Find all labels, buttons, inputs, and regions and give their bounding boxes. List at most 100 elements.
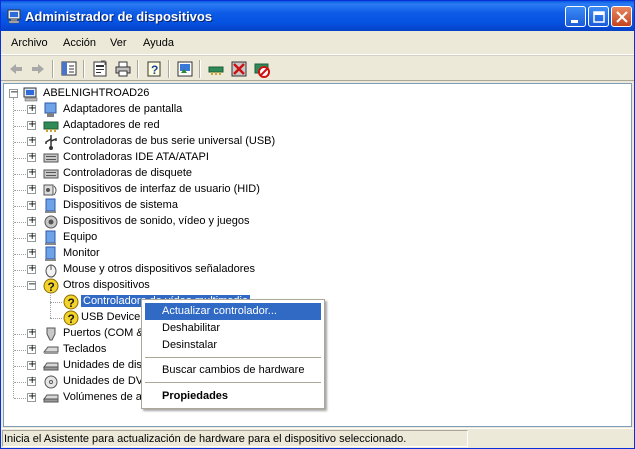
- tree-connector-line: [14, 126, 26, 127]
- help-icon: ?: [147, 61, 161, 77]
- tree-category-row[interactable]: + Controladoras de bus serie universal (U…: [4, 134, 624, 150]
- tree-connector-line: [14, 350, 26, 351]
- tree-connector-line: [14, 270, 26, 271]
- expand-toggle[interactable]: +: [27, 215, 36, 226]
- expand-toggle[interactable]: +: [27, 327, 36, 338]
- expand-toggle[interactable]: +: [27, 199, 36, 210]
- help-button[interactable]: ?: [144, 59, 164, 79]
- printer-icon: [115, 61, 131, 77]
- tree-category-label: Monitor: [63, 247, 100, 259]
- status-text: Inicia el Asistente para actualización d…: [4, 433, 407, 445]
- ctx-disable[interactable]: Deshabilitar: [145, 320, 321, 337]
- ctx-update-driver-label: Actualizar controlador...: [162, 305, 277, 317]
- maximize-button[interactable]: [588, 6, 609, 27]
- tree-category-label: Adaptadores de red: [63, 119, 160, 131]
- device-manager-window: Administrador de dispositivos Archivo Ac…: [0, 0, 635, 449]
- warning-device-icon: ?: [63, 310, 79, 326]
- usb-icon: [43, 134, 59, 150]
- tree-category-label: Equipo: [63, 231, 98, 243]
- tree-connector-line: [14, 222, 26, 223]
- toolbar-separator: [83, 60, 85, 78]
- tree-category-row[interactable]: + Equipo: [4, 230, 624, 246]
- tree-category-label: Adaptadores de pantalla: [63, 103, 183, 115]
- tree-connector-line: [14, 174, 26, 175]
- tree-category-row[interactable]: + Dispositivos de interfaz de usuario (HI…: [4, 182, 624, 198]
- scan-hardware-button[interactable]: [206, 59, 226, 79]
- minimize-button[interactable]: [565, 6, 586, 27]
- ctx-scan-hardware[interactable]: Buscar cambios de hardware: [145, 362, 321, 379]
- toolbar: ?: [1, 55, 634, 81]
- warning-device-icon: ?: [63, 294, 79, 310]
- expand-toggle[interactable]: +: [27, 359, 36, 370]
- tree-category-row[interactable]: + Mouse y otros dispositivos señaladores: [4, 262, 624, 278]
- toolbar-separator: [168, 60, 170, 78]
- tree-connector-line: [50, 292, 51, 318]
- ide-controller-icon: [43, 150, 59, 166]
- title-bar[interactable]: Administrador de dispositivos: [1, 1, 634, 31]
- collapse-toggle[interactable]: −: [9, 87, 18, 98]
- print-button[interactable]: [113, 59, 133, 79]
- expand-toggle[interactable]: +: [27, 343, 36, 354]
- tree-root-row[interactable]: − ABELNIGHTROAD26: [4, 86, 624, 102]
- status-bar: Inicia el Asistente para actualización d…: [1, 428, 634, 448]
- menu-archivo[interactable]: Archivo: [11, 37, 48, 49]
- menu-accion[interactable]: Acción: [63, 37, 96, 49]
- toolbar-separator: [52, 60, 54, 78]
- tree-category-label: Mouse y otros dispositivos señaladores: [63, 263, 255, 275]
- expand-toggle[interactable]: +: [27, 135, 36, 146]
- ctx-separator: [145, 357, 321, 358]
- tree-device-label: USB Device: [81, 311, 141, 323]
- unknown-device-icon: ?: [43, 278, 59, 294]
- expand-toggle[interactable]: +: [27, 119, 36, 130]
- tree-category-row[interactable]: + Controladoras IDE ATA/ATAPI: [4, 150, 624, 166]
- expand-toggle[interactable]: +: [27, 183, 36, 194]
- tree-category-label: Controladoras de disquete: [63, 167, 193, 179]
- tree-connector-line: [14, 334, 26, 335]
- computer-icon: [43, 230, 59, 246]
- back-button[interactable]: [6, 59, 26, 79]
- disable-button[interactable]: [252, 59, 272, 79]
- tree-connector-line: [14, 238, 26, 239]
- keyboard-icon: [42, 342, 59, 358]
- view-resources-button[interactable]: [175, 59, 195, 79]
- forward-button[interactable]: [28, 59, 48, 79]
- expand-toggle[interactable]: +: [27, 263, 36, 274]
- expand-toggle[interactable]: +: [27, 231, 36, 242]
- tree-category-row[interactable]: + Adaptadores de pantalla: [4, 102, 624, 118]
- monitor-icon: [43, 246, 59, 262]
- expand-toggle[interactable]: +: [27, 247, 36, 258]
- properties-button[interactable]: [90, 59, 110, 79]
- tree-category-label: Dispositivos de sonido, vídeo y juegos: [63, 215, 250, 227]
- floppy-controller-icon: [43, 166, 59, 182]
- tree-connector-line: [14, 254, 26, 255]
- expand-toggle[interactable]: +: [27, 103, 36, 114]
- collapse-toggle[interactable]: −: [27, 279, 36, 290]
- display-adapter-icon: [43, 102, 59, 118]
- expand-toggle[interactable]: +: [27, 391, 36, 402]
- tree-category-row[interactable]: + Dispositivos de sistema: [4, 198, 624, 214]
- expand-toggle[interactable]: +: [27, 375, 36, 386]
- tree-category-row[interactable]: + Monitor: [4, 246, 624, 262]
- scan-hardware-icon: [208, 66, 224, 75]
- uninstall-button[interactable]: [229, 59, 249, 79]
- network-adapter-icon: [43, 118, 59, 134]
- expand-toggle[interactable]: +: [27, 167, 36, 178]
- show-hide-console-tree-button[interactable]: [59, 59, 79, 79]
- tree-category-row[interactable]: + Controladoras de disquete: [4, 166, 624, 182]
- expand-toggle[interactable]: +: [27, 151, 36, 162]
- tree-category-row[interactable]: −? Otros dispositivos: [4, 278, 624, 294]
- menu-bar: Archivo Acción Ver Ayuda: [1, 31, 634, 55]
- menu-ayuda[interactable]: Ayuda: [143, 37, 174, 49]
- disk-drive-icon: [43, 358, 59, 374]
- menu-ver[interactable]: Ver: [110, 37, 127, 49]
- svg-text:?: ?: [48, 280, 55, 294]
- ctx-properties[interactable]: Propiedades: [145, 388, 321, 405]
- minimize-icon: [571, 20, 578, 23]
- ctx-update-driver[interactable]: Actualizar controlador...: [145, 303, 321, 320]
- close-button[interactable]: [611, 6, 632, 27]
- ctx-uninstall[interactable]: Desinstalar: [145, 337, 321, 354]
- mouse-icon: [43, 262, 59, 278]
- tree-category-row[interactable]: + Adaptadores de red: [4, 118, 624, 134]
- svg-text:?: ?: [68, 312, 75, 326]
- tree-category-row[interactable]: + Dispositivos de sonido, vídeo y juegos: [4, 214, 624, 230]
